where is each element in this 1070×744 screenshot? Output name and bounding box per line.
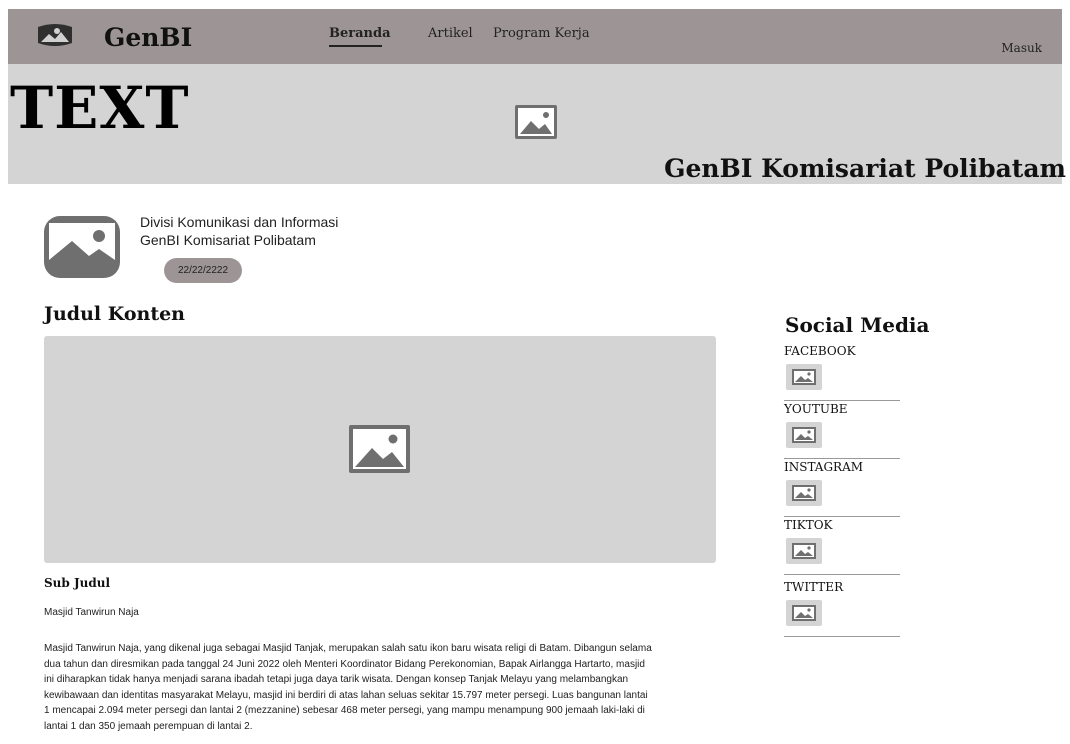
tiktok-icon[interactable]: [786, 538, 822, 564]
social-item-facebook[interactable]: FACEBOOK: [784, 344, 900, 401]
login-link[interactable]: Masuk: [1001, 41, 1042, 55]
avatar-image-icon: [44, 216, 120, 278]
banner-subtitle: GenBI Komisariat Polibatam: [664, 154, 1066, 183]
content-line: 1 mencapai 2.094 meter persegi dan lanta…: [44, 705, 645, 717]
banner-title: TEXT: [10, 74, 190, 142]
social-label: FACEBOOK: [784, 344, 856, 358]
nav-link-beranda[interactable]: Beranda: [329, 26, 391, 41]
facebook-icon[interactable]: [786, 364, 822, 390]
image-placeholder-icon: [515, 105, 557, 139]
content-line: ini diharapkan tidak hanya menjadi saran…: [44, 674, 629, 686]
twitter-icon[interactable]: [786, 600, 822, 626]
nav-link-artikel[interactable]: Artikel: [428, 26, 473, 41]
logo-icon[interactable]: [34, 23, 76, 47]
navbar: GenBI Beranda Artikel Program Kerja Masu…: [8, 9, 1062, 64]
social-label: INSTAGRAM: [784, 460, 864, 474]
social-item-instagram[interactable]: INSTAGRAM: [784, 460, 900, 517]
content-line: kewibawaan dan identitas masyarakat Mela…: [44, 689, 648, 701]
content-subtitle: Sub Judul: [44, 576, 111, 590]
nav-link-program-kerja[interactable]: Program Kerja: [493, 26, 590, 41]
author-org: GenBI Komisariat Polibatam: [140, 232, 316, 248]
content-line: lantai 1 dan 350 jemaah perempuan di lan…: [44, 720, 253, 732]
social-media-title: Social Media: [785, 313, 930, 337]
content-lead: Masjid Tanwirun Naja: [44, 607, 139, 618]
author-avatar: [44, 216, 120, 278]
social-label: TWITTER: [784, 580, 844, 594]
youtube-icon[interactable]: [786, 422, 822, 448]
content-line: Masjid Tanwirun Naja, yang dikenal juga …: [44, 643, 652, 654]
instagram-icon[interactable]: [786, 480, 822, 506]
active-nav-underline: [329, 45, 382, 47]
image-placeholder-icon: [349, 425, 410, 473]
content-title: Judul Konten: [44, 303, 185, 325]
content-body: Masjid Tanwirun Naja, yang dikenal juga …: [44, 641, 719, 735]
social-item-youtube[interactable]: YOUTUBE: [784, 402, 900, 459]
content-line: dua tahun dan diresmikan pada tanggal 24…: [44, 658, 645, 670]
social-label: YOUTUBE: [784, 402, 848, 416]
content-image: [44, 336, 716, 563]
author-name: Divisi Komunikasi dan Informasi: [140, 214, 339, 230]
social-item-twitter[interactable]: TWITTER: [784, 580, 900, 637]
social-label: TIKTOK: [784, 518, 833, 532]
date-badge: 22/22/2222: [164, 258, 242, 283]
brand-name[interactable]: GenBI: [104, 23, 192, 52]
social-item-tiktok[interactable]: TIKTOK: [784, 518, 900, 575]
hero-banner: TEXT GenBI Komisariat Polibatam: [8, 64, 1066, 184]
